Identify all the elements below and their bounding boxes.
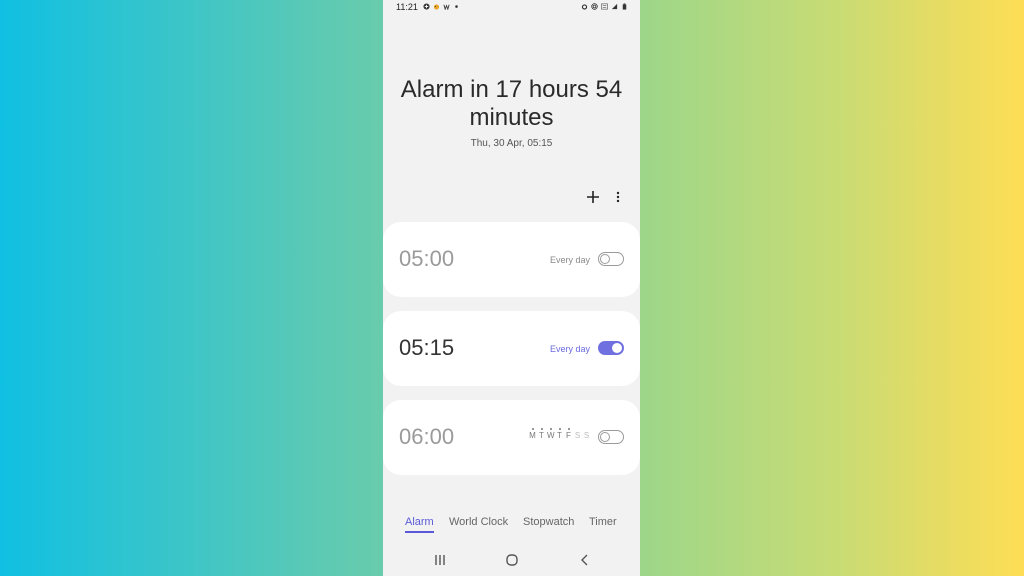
tab-timer[interactable]: Timer — [589, 516, 617, 528]
lte-icon — [601, 3, 608, 10]
status-time: 11:21 — [396, 2, 418, 12]
alarm-repeat-label: Every day — [549, 344, 590, 354]
more-options-button[interactable] — [611, 187, 625, 207]
tab-alarm[interactable]: Alarm — [405, 516, 434, 533]
next-alarm-headline: Alarm in 17 hours 54 minutes — [400, 76, 623, 131]
day-letter: S — [583, 431, 590, 440]
wifi-calling-icon — [443, 4, 450, 10]
bottom-tabs: Alarm World Clock Stopwatch Timer — [383, 516, 640, 534]
signal-icon — [611, 3, 618, 10]
day-letter: T — [539, 428, 544, 440]
bird-icon — [433, 4, 440, 10]
home-icon[interactable] — [502, 552, 522, 568]
tab-stopwatch[interactable]: Stopwatch — [523, 516, 574, 528]
toggle-knob — [612, 343, 622, 353]
alarm-toggle[interactable] — [598, 341, 624, 355]
day-letter: W — [547, 428, 555, 440]
gallery-icon — [423, 3, 430, 10]
status-bar: 11:21 — [383, 0, 640, 16]
plus-icon — [587, 191, 599, 203]
alarm-toggle[interactable] — [598, 430, 624, 444]
alarm-card[interactable]: 05:15 Every day — [383, 311, 640, 386]
more-vertical-icon — [616, 191, 620, 203]
hotspot-icon — [591, 3, 598, 10]
toggle-knob — [600, 254, 610, 264]
day-letter: M — [529, 428, 536, 440]
alarm-toggle[interactable] — [598, 252, 624, 266]
alarm-days: M T W T F S S — [529, 428, 590, 440]
back-icon[interactable] — [575, 552, 595, 568]
add-alarm-button[interactable] — [583, 187, 603, 207]
day-letter: F — [566, 428, 571, 440]
alarm-repeat-label: Every day — [549, 255, 590, 265]
alarm-time: 05:15 — [399, 335, 455, 360]
status-left-icons — [423, 3, 460, 10]
alarm-time: 05:00 — [399, 246, 455, 271]
alarm-card[interactable]: 05:00 Every day — [383, 222, 640, 297]
dot-icon — [455, 5, 458, 8]
next-alarm-date: Thu, 30 Apr, 05:15 — [470, 138, 553, 149]
day-letter: T — [557, 428, 562, 440]
alarm-icon — [581, 4, 588, 10]
recent-apps-icon[interactable] — [430, 552, 450, 568]
battery-icon — [622, 3, 627, 10]
navigation-bar — [383, 548, 640, 572]
day-letter: S — [574, 431, 581, 440]
alarm-time: 06:00 — [399, 424, 455, 449]
status-right-icons — [581, 3, 628, 10]
toggle-knob — [600, 432, 610, 442]
alarm-card[interactable]: 06:00 M T W T F S S — [383, 400, 640, 475]
phone-screen: 11:21 Alarm in 17 hours 54 minutes Thu, … — [383, 0, 640, 576]
tab-world-clock[interactable]: World Clock — [449, 516, 508, 528]
